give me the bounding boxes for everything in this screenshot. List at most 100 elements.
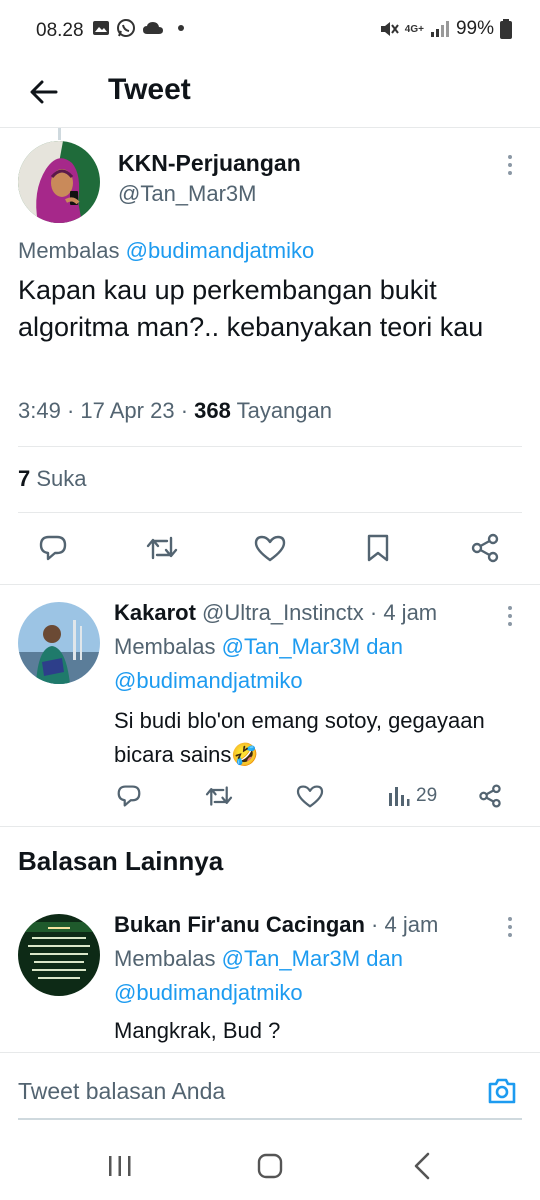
mention-link[interactable]: @Tan_Mar3M: [222, 946, 361, 971]
system-status-icons: 4G+ 99%: [379, 18, 512, 40]
reply-prefix: Membalas: [18, 238, 120, 263]
tweet-date[interactable]: 17 Apr 23: [80, 398, 174, 423]
like-button[interactable]: [296, 776, 324, 816]
signal-icon: [430, 21, 449, 37]
back-arrow-icon: [30, 80, 58, 104]
section-title: Balasan Lainnya: [18, 846, 224, 876]
reply-context: Membalas @Tan_Mar3M dan @budimandjatmiko: [114, 630, 514, 698]
whatsapp-icon: [117, 19, 135, 37]
reply-age[interactable]: 4 jam: [383, 600, 437, 625]
reply-age[interactable]: 4 jam: [385, 912, 439, 937]
reply-prefix: Membalas: [114, 634, 216, 659]
status-bar: 08.28 4G+ 99%: [0, 0, 540, 64]
reply-author-name[interactable]: Bukan Fir'anu Cacingan: [114, 912, 365, 937]
status-time: 08.28: [36, 20, 84, 41]
mention-link[interactable]: @Tan_Mar3M: [222, 634, 361, 659]
more-icon[interactable]: [500, 603, 520, 629]
bookmark-button[interactable]: [366, 528, 390, 568]
top-bar: Tweet: [0, 58, 540, 128]
mention-link[interactable]: @budimandjatmiko: [126, 238, 315, 263]
home-icon: [257, 1153, 283, 1179]
reply-icon: [39, 535, 67, 561]
avatar-image: [18, 914, 100, 996]
back-nav-button[interactable]: [402, 1148, 442, 1184]
share-icon: [471, 533, 499, 563]
avatar[interactable]: [18, 914, 100, 996]
page-title: Tweet: [108, 73, 191, 106]
like-button[interactable]: [254, 528, 286, 568]
compose-underline: [18, 1118, 522, 1120]
avatar-image: [18, 602, 100, 684]
likes-summary[interactable]: 7 Suka: [18, 466, 87, 492]
more-icon[interactable]: [500, 914, 520, 940]
gallery-icon: [93, 21, 109, 35]
views-count: 368: [194, 398, 231, 423]
system-nav-bar: [0, 1128, 540, 1200]
share-icon: [479, 784, 501, 808]
home-button[interactable]: [250, 1148, 290, 1184]
reply-input[interactable]: [18, 1073, 468, 1109]
retweet-button[interactable]: [204, 776, 234, 816]
tweet-time[interactable]: 3:49: [18, 398, 61, 423]
recents-icon: [109, 1156, 131, 1176]
back-button[interactable]: [22, 70, 66, 114]
avatar[interactable]: [18, 141, 100, 223]
reply-context: Membalas @budimandjatmiko: [18, 238, 314, 264]
avatar[interactable]: [18, 602, 100, 684]
author-handle[interactable]: @Tan_Mar3M: [118, 181, 257, 207]
avatar-image: [18, 141, 100, 223]
camera-icon: [488, 1078, 516, 1104]
divider: [0, 584, 540, 585]
thread-line: [58, 128, 61, 140]
back-nav-icon: [414, 1152, 430, 1180]
reply-author-name[interactable]: Kakarot: [114, 600, 196, 625]
author-name[interactable]: KKN-Perjuangan: [118, 150, 301, 177]
reply-icon: [117, 785, 141, 807]
views-label: Tayangan: [236, 398, 332, 423]
tweet-meta: 3:49 · 17 Apr 23 · 368 Tayangan: [18, 398, 332, 423]
cloud-icon: [143, 22, 163, 34]
views-icon: [389, 787, 410, 806]
divider: [18, 446, 522, 447]
share-button[interactable]: [470, 528, 500, 568]
like-icon: [254, 535, 286, 562]
retweet-icon: [146, 536, 178, 560]
mention-link[interactable]: @budimandjatmiko: [114, 668, 303, 693]
retweet-icon: [205, 786, 233, 806]
battery-icon: [500, 19, 512, 39]
likes-label: Suka: [36, 466, 87, 491]
divider: [18, 512, 522, 513]
reply-header: Bukan Fir'anu Cacingan · 4 jam: [114, 912, 439, 937]
views-button[interactable]: 29: [388, 776, 437, 816]
network-type: 4G+: [404, 23, 424, 35]
reply-text: Si budi blo'on emang sotoy, gegayaan bic…: [114, 708, 485, 767]
retweet-button[interactable]: [145, 528, 179, 568]
reply-context: Membalas @Tan_Mar3M dan @budimandjatmiko: [114, 942, 514, 1010]
likes-count: 7: [18, 466, 31, 491]
like-icon: [296, 785, 324, 808]
reply-author-handle[interactable]: @Ultra_Instinctx: [202, 600, 364, 625]
mention-connector: dan: [366, 946, 403, 971]
divider: [0, 826, 540, 827]
mention-connector: dan: [366, 634, 403, 659]
reply-action-bar: 29: [0, 776, 540, 820]
battery-percent: 99%: [455, 18, 494, 39]
bookmark-icon: [367, 534, 389, 562]
reply-button[interactable]: [116, 776, 142, 816]
notification-icons: [92, 18, 184, 38]
tweet-text: Kapan kau up perkembangan bukit algoritm…: [18, 275, 484, 342]
mute-icon: [380, 22, 399, 36]
reply-header: Kakarot @Ultra_Instinctx · 4 jam: [114, 600, 438, 625]
share-button[interactable]: [478, 776, 502, 816]
recents-button[interactable]: [100, 1148, 140, 1184]
reply-text: Mangkrak, Bud ?: [114, 1018, 281, 1043]
camera-button[interactable]: [486, 1075, 518, 1107]
mention-link[interactable]: @budimandjatmiko: [114, 980, 303, 1005]
more-icon[interactable]: [500, 152, 520, 178]
views-count: 29: [416, 785, 438, 806]
reply-button[interactable]: [38, 528, 68, 568]
more-notifications-dot: [178, 25, 184, 31]
reply-prefix: Membalas: [114, 946, 216, 971]
compose-bar: [0, 1052, 540, 1128]
main-action-bar: [0, 528, 540, 572]
